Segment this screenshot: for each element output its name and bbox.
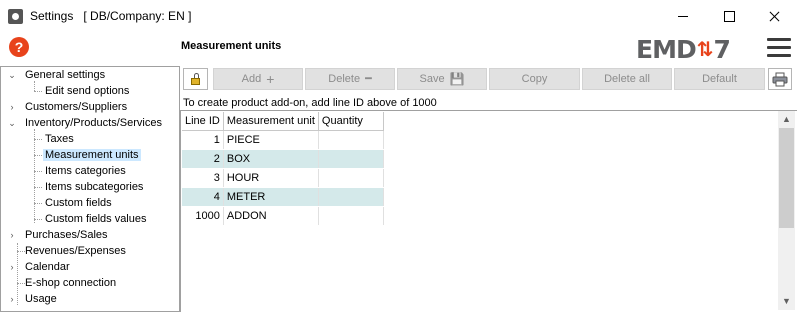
tree-item-general-settings[interactable]: General settings [23, 67, 107, 83]
expand-inventory-chevron-icon[interactable]: ⌄ [7, 115, 17, 131]
expand-purchases-chevron-icon[interactable]: › [7, 227, 17, 243]
save-button-label: Save [419, 73, 445, 85]
table-row[interactable]: 3 HOUR [182, 168, 384, 188]
print-button[interactable] [768, 68, 792, 90]
delete-button-label: Delete [328, 73, 361, 85]
add-button[interactable]: Add + [213, 68, 303, 90]
cell-line-id[interactable]: 1000 [182, 206, 224, 226]
cell-quantity[interactable] [318, 130, 384, 150]
tree-item-customers-suppliers[interactable]: Customers/Suppliers [23, 99, 129, 115]
info-hint: To create product add-on, add line ID ab… [183, 97, 437, 109]
expand-usage-chevron-icon[interactable]: › [7, 291, 17, 307]
settings-gear-icon [8, 9, 23, 24]
help-icon[interactable]: ? [9, 37, 29, 57]
scroll-down-arrow-icon[interactable]: ▼ [778, 293, 795, 310]
table-row[interactable]: 1 PIECE [182, 130, 384, 150]
table-row[interactable]: 1000 ADDON [182, 206, 384, 226]
cell-line-id[interactable]: 3 [182, 168, 224, 188]
cell-measurement-unit[interactable]: HOUR [223, 168, 319, 188]
lock-button[interactable] [183, 68, 208, 90]
vertical-scrollbar[interactable]: ▲ ▼ [778, 111, 795, 310]
tree-item-eshop-connection[interactable]: E-shop connection [23, 275, 118, 291]
logo-arrows-icon: ⇅ [696, 37, 714, 61]
floppy-disk-icon: 💾 [449, 72, 465, 86]
cell-line-id[interactable]: 2 [182, 149, 224, 169]
window-title: Settings [ DB/Company: EN ] [30, 9, 192, 23]
plus-icon: + [266, 71, 275, 87]
logo-text: EMD [636, 34, 697, 64]
default-button[interactable]: Default [674, 68, 765, 90]
tree-item-items-subcategories[interactable]: Items subcategories [43, 179, 145, 195]
delete-button[interactable]: Delete ━ [305, 68, 395, 90]
tree-item-custom-fields-values[interactable]: Custom fields values [43, 211, 149, 227]
expand-general-chevron-icon[interactable]: ⌄ [7, 67, 17, 83]
cell-line-id[interactable]: 4 [182, 187, 224, 207]
close-button[interactable] [752, 0, 798, 33]
delete-all-button-label: Delete all [604, 73, 650, 85]
expand-customers-chevron-icon[interactable]: › [7, 99, 17, 115]
settings-tree: ⌄ General settings Edit send options › C… [0, 66, 180, 312]
minimize-button[interactable] [660, 0, 706, 33]
column-header-quantity[interactable]: Quantity [318, 112, 384, 131]
column-header-measurement-unit[interactable]: Measurement unit [223, 112, 319, 131]
emdi-logo: EMD ⇅ 7 [636, 34, 731, 64]
printer-icon [772, 72, 788, 86]
cell-quantity[interactable] [318, 168, 384, 188]
tree-item-custom-fields[interactable]: Custom fields [43, 195, 114, 211]
title-bar: Settings [ DB/Company: EN ] [0, 0, 798, 33]
tree-item-items-categories[interactable]: Items categories [43, 163, 128, 179]
page-title: Measurement units [181, 40, 282, 52]
cell-measurement-unit[interactable]: ADDON [223, 206, 319, 226]
cell-measurement-unit[interactable]: PIECE [223, 130, 319, 150]
tree-item-taxes[interactable]: Taxes [43, 131, 76, 147]
cell-quantity[interactable] [318, 149, 384, 169]
scroll-thumb[interactable] [779, 128, 794, 228]
delete-all-button[interactable]: Delete all [582, 68, 672, 90]
minus-icon: ━ [365, 73, 372, 85]
expand-calendar-chevron-icon[interactable]: › [7, 259, 17, 275]
cell-measurement-unit[interactable]: BOX [223, 149, 319, 169]
table-row[interactable]: 4 METER [182, 187, 384, 207]
tree-item-revenues-expenses[interactable]: Revenues/Expenses [23, 243, 128, 259]
copy-button-label: Copy [521, 73, 548, 85]
maximize-button[interactable] [706, 0, 752, 33]
tree-item-measurement-units[interactable]: Measurement units [43, 147, 141, 163]
cell-quantity[interactable] [318, 206, 384, 226]
cell-quantity[interactable] [318, 187, 384, 207]
lock-icon [191, 77, 200, 85]
tree-item-edit-send-options[interactable]: Edit send options [43, 83, 131, 99]
hamburger-menu-icon[interactable] [767, 38, 791, 59]
scroll-up-arrow-icon[interactable]: ▲ [778, 111, 795, 128]
save-button[interactable]: Save 💾 [397, 68, 487, 90]
table-row[interactable]: 2 BOX [182, 149, 384, 169]
column-header-line-id[interactable]: Line ID [182, 112, 224, 131]
tree-item-usage[interactable]: Usage [23, 291, 59, 307]
tree-item-inventory[interactable]: Inventory/Products/Services [23, 115, 164, 131]
cell-line-id[interactable]: 1 [182, 130, 224, 150]
default-button-label: Default [702, 73, 737, 85]
cell-measurement-unit[interactable]: METER [223, 187, 319, 207]
tree-item-calendar[interactable]: Calendar [23, 259, 72, 275]
copy-button[interactable]: Copy [489, 68, 580, 90]
add-button-label: Add [241, 73, 262, 85]
tree-item-purchases-sales[interactable]: Purchases/Sales [23, 227, 110, 243]
logo-number: 7 [713, 34, 730, 64]
units-grid: Line ID Measurement unit Quantity 1 PIEC… [180, 110, 797, 312]
